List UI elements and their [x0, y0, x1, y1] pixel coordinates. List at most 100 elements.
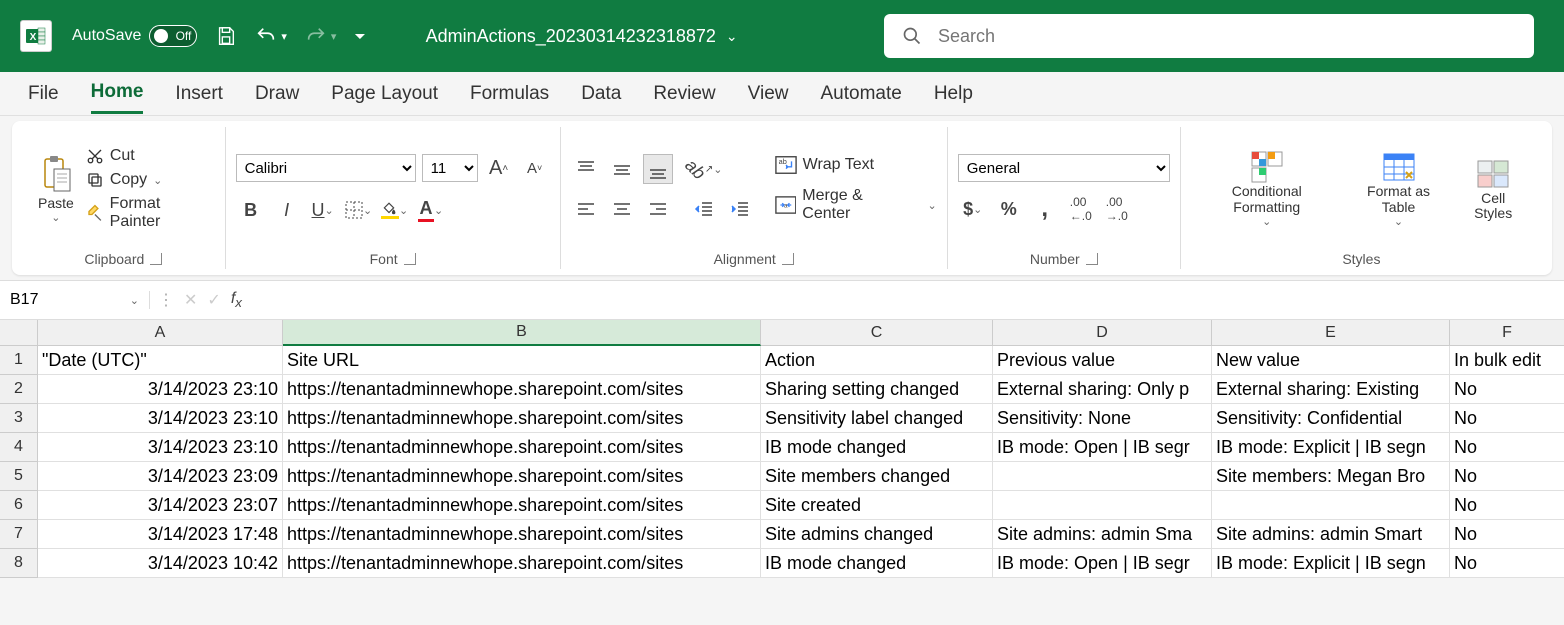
cell[interactable]: 3/14/2023 23:07 — [38, 491, 283, 520]
align-left-button[interactable] — [571, 194, 601, 224]
cell[interactable]: Site members: Megan Bro — [1212, 462, 1450, 491]
cell[interactable]: 3/14/2023 10:42 — [38, 549, 283, 578]
percent-button[interactable]: % — [994, 194, 1024, 224]
cell[interactable]: Sharing setting changed — [761, 375, 993, 404]
cell[interactable]: No — [1450, 549, 1564, 578]
cell[interactable]: No — [1450, 520, 1564, 549]
tab-review[interactable]: Review — [653, 75, 715, 113]
cell[interactable]: https://tenantadminnewhope.sharepoint.co… — [283, 462, 761, 491]
search-input[interactable] — [938, 26, 1516, 47]
cell[interactable]: Sensitivity: Confidential — [1212, 404, 1450, 433]
cell[interactable]: 3/14/2023 17:48 — [38, 520, 283, 549]
cell[interactable]: Previous value — [993, 346, 1212, 375]
cell[interactable]: No — [1450, 375, 1564, 404]
tab-help[interactable]: Help — [934, 75, 973, 113]
cell[interactable]: https://tenantadminnewhope.sharepoint.co… — [283, 375, 761, 404]
cell[interactable] — [1212, 491, 1450, 520]
italic-button[interactable]: I — [272, 195, 302, 225]
orientation-button[interactable]: ab↗⌄ — [689, 154, 719, 184]
tab-home[interactable]: Home — [91, 73, 144, 114]
copy-button[interactable]: Copy⌄ — [86, 171, 215, 189]
align-center-button[interactable] — [607, 194, 637, 224]
font-name-select[interactable]: Calibri — [236, 154, 416, 182]
row-header[interactable]: 7 — [0, 520, 38, 549]
align-middle-button[interactable] — [607, 154, 637, 184]
bold-button[interactable]: B — [236, 195, 266, 225]
number-format-select[interactable]: General — [958, 154, 1170, 182]
cancel-formula-icon[interactable]: ✕ — [184, 290, 197, 310]
cell[interactable]: https://tenantadminnewhope.sharepoint.co… — [283, 404, 761, 433]
cell[interactable]: IB mode: Open | IB segr — [993, 549, 1212, 578]
row-header[interactable]: 6 — [0, 491, 38, 520]
redo-button[interactable]: ▾ — [305, 25, 337, 47]
format-as-table-button[interactable]: Format as Table⌄ — [1343, 150, 1455, 228]
worksheet-grid[interactable]: ABCDEF 1"Date (UTC)"Site URLActionPrevio… — [0, 320, 1564, 578]
cell[interactable]: IB mode: Open | IB segr — [993, 433, 1212, 462]
cell[interactable]: "Date (UTC)" — [38, 346, 283, 375]
cell[interactable]: https://tenantadminnewhope.sharepoint.co… — [283, 433, 761, 462]
tab-data[interactable]: Data — [581, 75, 621, 113]
cell[interactable]: 3/14/2023 23:10 — [38, 433, 283, 462]
cell[interactable]: 3/14/2023 23:09 — [38, 462, 283, 491]
tab-page-layout[interactable]: Page Layout — [331, 75, 438, 113]
tab-view[interactable]: View — [748, 75, 789, 113]
formula-input[interactable] — [250, 291, 1564, 309]
row-header[interactable]: 1 — [0, 346, 38, 375]
cell[interactable]: New value — [1212, 346, 1450, 375]
clipboard-dialog-launcher[interactable] — [150, 253, 162, 265]
cell[interactable]: IB mode changed — [761, 433, 993, 462]
increase-indent-button[interactable] — [725, 194, 755, 224]
merge-center-button[interactable]: aMerge & Center⌄ — [775, 187, 937, 223]
cut-button[interactable]: Cut — [86, 147, 215, 165]
col-header-B[interactable]: B — [283, 320, 761, 346]
accept-formula-icon[interactable]: ✓ — [207, 290, 220, 310]
qat-customize-button[interactable]: ⏷ — [354, 28, 365, 45]
decrease-decimal-button[interactable]: .00→.0 — [1102, 194, 1132, 224]
number-dialog-launcher[interactable] — [1086, 253, 1098, 265]
undo-button[interactable]: ▾ — [255, 25, 287, 47]
save-button[interactable] — [215, 25, 237, 47]
select-all-corner[interactable] — [0, 320, 38, 346]
cell[interactable]: No — [1450, 491, 1564, 520]
col-header-A[interactable]: A — [38, 320, 283, 346]
alignment-dialog-launcher[interactable] — [782, 253, 794, 265]
fx-icon[interactable]: fx — [231, 290, 242, 310]
fill-color-button[interactable]: ⌄ — [380, 195, 410, 225]
tab-insert[interactable]: Insert — [175, 75, 223, 113]
col-header-F[interactable]: F — [1450, 320, 1564, 346]
tab-draw[interactable]: Draw — [255, 75, 299, 113]
cell[interactable]: External sharing: Existing — [1212, 375, 1450, 404]
underline-button[interactable]: U⌄ — [308, 195, 338, 225]
cell[interactable]: Action — [761, 346, 993, 375]
cell[interactable]: IB mode: Explicit | IB segn — [1212, 433, 1450, 462]
border-button[interactable]: ⌄ — [344, 195, 374, 225]
col-header-C[interactable]: C — [761, 320, 993, 346]
cell[interactable]: Site admins: admin Smart — [1212, 520, 1450, 549]
conditional-formatting-button[interactable]: Conditional Formatting⌄ — [1191, 150, 1343, 228]
comma-button[interactable]: , — [1030, 194, 1060, 224]
cell[interactable]: Sensitivity: None — [993, 404, 1212, 433]
cell[interactable]: In bulk edit — [1450, 346, 1564, 375]
cell[interactable]: Site created — [761, 491, 993, 520]
cell[interactable]: No — [1450, 404, 1564, 433]
increase-decimal-button[interactable]: .00←.0 — [1066, 194, 1096, 224]
cell[interactable]: Site URL — [283, 346, 761, 375]
cell[interactable]: https://tenantadminnewhope.sharepoint.co… — [283, 491, 761, 520]
increase-font-button[interactable]: A˄ — [484, 153, 514, 183]
align-bottom-button[interactable] — [643, 154, 673, 184]
row-header[interactable]: 5 — [0, 462, 38, 491]
tab-file[interactable]: File — [28, 75, 59, 113]
cell[interactable] — [993, 491, 1212, 520]
decrease-indent-button[interactable] — [689, 194, 719, 224]
cell[interactable]: IB mode changed — [761, 549, 993, 578]
row-header[interactable]: 8 — [0, 549, 38, 578]
cell[interactable]: 3/14/2023 23:10 — [38, 404, 283, 433]
cell[interactable]: 3/14/2023 23:10 — [38, 375, 283, 404]
cell[interactable]: https://tenantadminnewhope.sharepoint.co… — [283, 520, 761, 549]
currency-button[interactable]: $⌄ — [958, 194, 988, 224]
col-header-E[interactable]: E — [1212, 320, 1450, 346]
cell[interactable]: Sensitivity label changed — [761, 404, 993, 433]
cell[interactable]: IB mode: Explicit | IB segn — [1212, 549, 1450, 578]
cell[interactable]: Site members changed — [761, 462, 993, 491]
cell-styles-button[interactable]: Cell Styles — [1454, 157, 1532, 222]
